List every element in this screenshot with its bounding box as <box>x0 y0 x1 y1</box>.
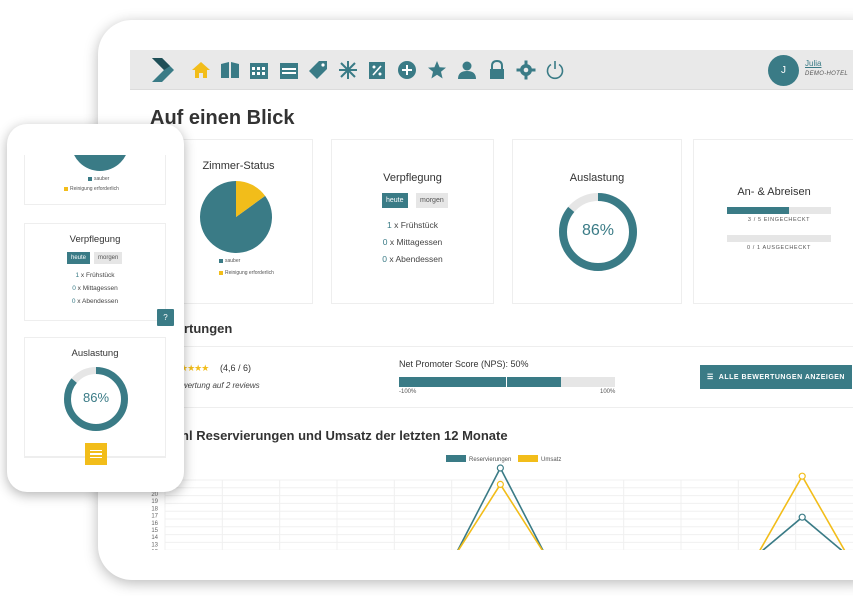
phone-legend-cleaning: Reinigung erforderlich <box>64 186 119 192</box>
nps-max-label: 100% <box>600 389 616 395</box>
gear-icon[interactable] <box>515 59 537 81</box>
calendar-grid-icon[interactable] <box>248 59 270 81</box>
checkout-progress-bar <box>727 235 831 242</box>
divider <box>150 346 853 347</box>
reservations-revenue-chart: 201918171615141312ReservierungenUmsatz <box>130 450 853 550</box>
divider <box>150 407 853 408</box>
lunch-row: 0 x Mittagessen <box>382 237 443 247</box>
legend-cleaning: Reinigung erforderlich <box>219 270 274 276</box>
top-navigation-bar: J Julia DEMO-HOTEL <box>130 50 853 90</box>
room-status-pie-chart <box>200 181 272 253</box>
phone-meals-card: Verpflegung heute morgen 1 x Frühstück 0… <box>24 223 166 321</box>
series-line-revenue <box>457 482 544 550</box>
series-line-reservations <box>761 516 843 550</box>
legend-label: Umsatz <box>541 457 561 463</box>
meals-card: Verpflegung heute morgen 1 x Frühstück 0… <box>331 139 494 304</box>
phone-occupancy-card: Auslastung 86% <box>24 337 166 457</box>
nps-label: Net Promoter Score (NPS): 50% <box>399 359 529 369</box>
rating-subtitle: Bewertung auf 2 reviews <box>172 381 260 390</box>
y-tick-label: 15 <box>151 528 158 534</box>
series-line-revenue <box>759 474 846 550</box>
checkin-progress-fill <box>727 207 790 214</box>
tablet-screen: J Julia DEMO-HOTEL Auf einen Blick Zimme… <box>130 50 853 550</box>
phone-legend-clean: sauber <box>88 176 109 182</box>
user-hotel-label: DEMO-HOTEL <box>805 71 849 77</box>
chart-section-title: Anzahl Reservierungen und Umsatz der let… <box>150 428 508 443</box>
data-point <box>798 472 806 480</box>
meals-title: Verpflegung <box>383 172 442 184</box>
legend-clean: sauber <box>219 258 240 264</box>
plus-circle-icon[interactable] <box>396 59 418 81</box>
percent-calendar-icon[interactable] <box>366 59 388 81</box>
tab-tomorrow[interactable]: morgen <box>416 193 448 208</box>
y-tick-label: 13 <box>151 542 158 548</box>
checkin-progress-bar <box>727 207 831 214</box>
phone-room-status-pie <box>74 155 126 171</box>
help-button[interactable]: ? <box>157 309 174 326</box>
phone-screen: sauber Reinigung erforderlich Verpflegun… <box>18 155 173 463</box>
rating-stars: ★★★★ <box>180 363 209 373</box>
app-logo-icon[interactable] <box>150 56 176 84</box>
checkout-caption: 0 / 1 AUSGECHECKT <box>747 245 811 251</box>
phone-meals-title: Verpflegung <box>69 234 121 245</box>
y-tick-label: 20 <box>151 492 158 498</box>
occupancy-value: 86% <box>581 222 615 239</box>
phone-dinner-row: 0 x Abendessen <box>71 298 119 305</box>
occupancy-title: Auslastung <box>569 172 625 184</box>
avatar[interactable]: J <box>768 55 799 86</box>
user-name-link[interactable]: Julia <box>805 59 821 68</box>
list-icon: ☰ <box>707 374 714 381</box>
data-point <box>496 480 504 489</box>
phone-lunch-row: 0 x Mittagessen <box>72 285 118 292</box>
data-point <box>496 464 504 472</box>
tab-today[interactable]: heute <box>382 193 408 208</box>
arrivals-card: An- & Abreisen 3 / 5 EINGECHECKT 0 / 1 A… <box>693 139 853 304</box>
phone-occupancy-value: 86% <box>82 390 110 405</box>
phone-breakfast-row: 1 x Frühstück <box>75 272 115 279</box>
phone-occupancy-title: Auslastung <box>71 348 119 359</box>
legend-label: Reservierungen <box>469 457 511 463</box>
y-tick-label: 19 <box>151 499 158 505</box>
person-icon[interactable] <box>456 59 478 81</box>
nps-min-label: -100% <box>399 389 417 395</box>
all-reviews-button[interactable]: ☰ ALLE BEWERTUNGEN ANZEIGEN <box>700 365 852 389</box>
legend-swatch <box>518 455 538 462</box>
nps-bar-midline <box>506 377 507 387</box>
nps-bar-fill <box>399 377 561 387</box>
breakfast-row: 1 x Frühstück <box>386 220 439 230</box>
tag-icon[interactable] <box>307 59 329 81</box>
star-icon[interactable] <box>426 59 448 81</box>
phone-tab-tomorrow[interactable]: morgen <box>94 252 123 264</box>
calendar-list-icon[interactable] <box>278 59 300 81</box>
legend-swatch <box>446 455 466 462</box>
phone-room-status-card: sauber Reinigung erforderlich <box>24 155 166 205</box>
dinner-row: 0 x Abendessen <box>382 254 443 264</box>
lock-icon[interactable] <box>486 59 508 81</box>
home-icon[interactable] <box>190 59 212 81</box>
nps-bar <box>399 377 615 387</box>
y-tick-label: 17 <box>151 514 158 520</box>
y-tick-label: 16 <box>151 521 158 527</box>
y-tick-label: 14 <box>151 535 158 541</box>
data-point <box>798 513 806 521</box>
phone-tab-today[interactable]: heute <box>67 252 91 264</box>
y-tick-label: 18 <box>151 506 158 512</box>
occupancy-card: Auslastung 86% <box>512 139 682 304</box>
book-icon[interactable] <box>219 59 241 81</box>
rating-value: (4,6 / 6) <box>220 363 252 373</box>
arrivals-title: An- & Abreisen <box>737 186 811 198</box>
line-chart-svg: 201918171615141312ReservierungenUmsatz <box>151 455 853 550</box>
checkin-caption: 3 / 5 EINGECHECKT <box>747 217 811 223</box>
power-icon[interactable] <box>544 59 566 81</box>
room-status-title: Zimmer-Status <box>202 160 275 172</box>
snowflake-icon[interactable] <box>337 59 359 81</box>
hamburger-menu-button[interactable] <box>85 443 107 465</box>
